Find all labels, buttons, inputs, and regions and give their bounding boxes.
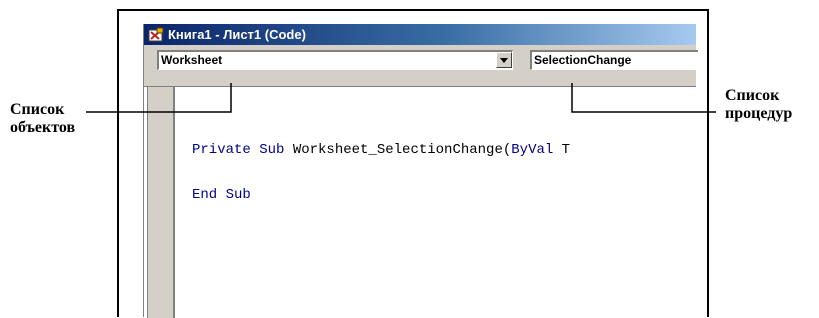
- annotation-leaders: [86, 83, 716, 113]
- annotation-procedure-line1: Список: [725, 87, 780, 104]
- procedure-list-leader: [571, 83, 716, 113]
- annotation-object-list: Список объектов: [10, 101, 75, 137]
- object-list-leader: [86, 83, 232, 113]
- annotation-object-line2: объектов: [10, 119, 76, 136]
- annotation-object-line1: Список: [10, 101, 65, 118]
- annotation-procedure-list: Список процедур: [725, 87, 792, 123]
- annotation-procedure-line2: процедур: [725, 105, 793, 122]
